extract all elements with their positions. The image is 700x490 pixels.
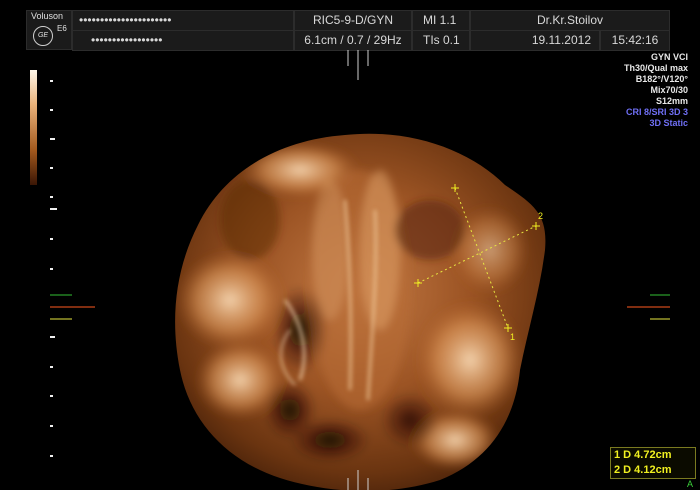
- center-line-top: [347, 50, 369, 80]
- focus-marker-right: [627, 294, 670, 320]
- scan-viewport[interactable]: 1 2: [0, 0, 700, 490]
- measurement-1: 1 D 4.72cm: [614, 449, 672, 461]
- footer-a-indicator[interactable]: A: [687, 479, 693, 489]
- caliper-1-label: 1: [510, 332, 515, 342]
- measurement-2: 2 D 4.12cm: [614, 464, 672, 476]
- focus-marker-left: [50, 294, 95, 320]
- depth-scale-left: [50, 80, 57, 457]
- volume-render: [175, 133, 546, 490]
- measurement-results: 1 D 4.72cm 2 D 4.12cm: [610, 447, 696, 479]
- caliper-2-label: 2: [538, 211, 543, 221]
